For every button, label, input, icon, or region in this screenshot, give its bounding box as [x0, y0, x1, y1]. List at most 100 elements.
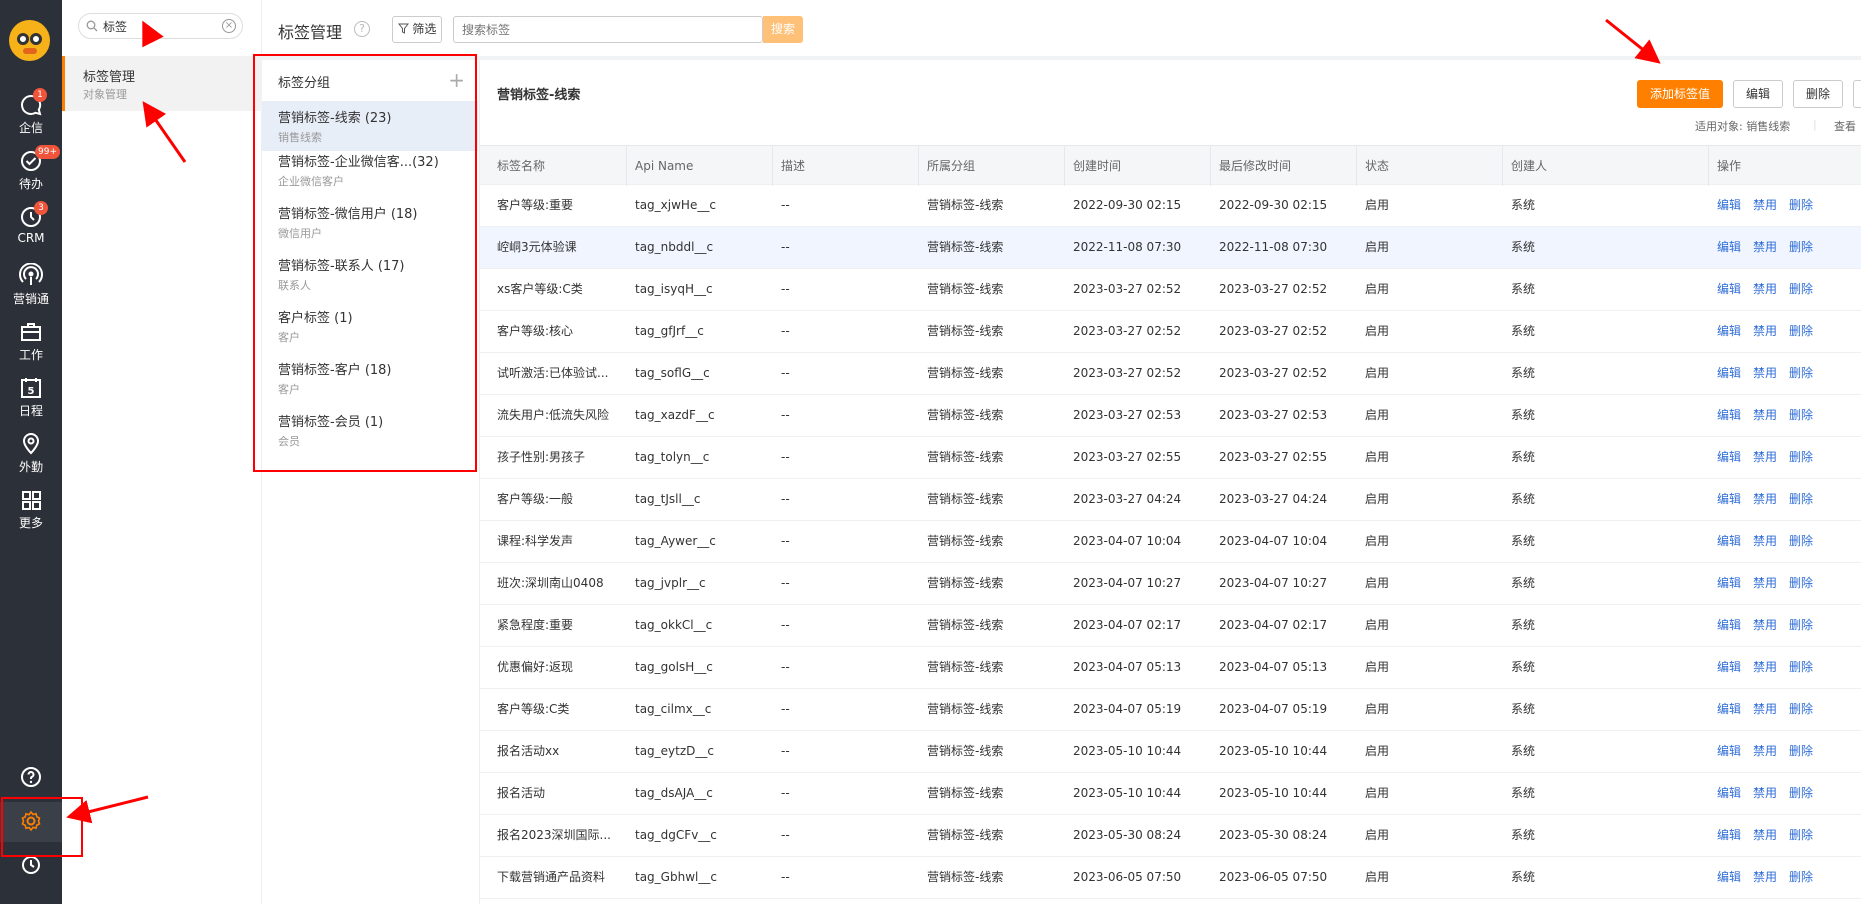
column-header[interactable]: 所属分组: [919, 146, 1065, 186]
app-logo[interactable]: [9, 20, 50, 61]
rail-item-work[interactable]: 工作: [0, 319, 62, 367]
search-button[interactable]: 搜索: [763, 16, 803, 43]
help-circle-icon[interactable]: ?: [354, 21, 370, 37]
disable-link[interactable]: 禁用: [1753, 408, 1777, 422]
edit-link[interactable]: 编辑: [1717, 492, 1741, 506]
table-row[interactable]: 客户等级:重要 tag_xjwHe__c -- 营销标签-线索 2022-09-30 0…: [480, 185, 1861, 227]
disable-link[interactable]: 禁用: [1753, 534, 1777, 548]
edit-link[interactable]: 编辑: [1717, 324, 1741, 338]
delete-link[interactable]: 删除: [1789, 282, 1813, 296]
edit-link[interactable]: 编辑: [1717, 450, 1741, 464]
delete-link[interactable]: 删除: [1789, 828, 1813, 842]
more-button[interactable]: [1853, 80, 1861, 108]
rail-item-crm[interactable]: CRM 3: [0, 201, 62, 252]
disable-link[interactable]: 禁用: [1753, 324, 1777, 338]
disable-link[interactable]: 禁用: [1753, 702, 1777, 716]
delete-link[interactable]: 删除: [1789, 198, 1813, 212]
add-tag-value-button[interactable]: 添加标签值: [1637, 80, 1723, 108]
rail-item-marketing[interactable]: 营销通: [0, 263, 62, 311]
delete-link[interactable]: 删除: [1789, 618, 1813, 632]
edit-link[interactable]: 编辑: [1717, 828, 1741, 842]
column-header[interactable]: 标签名称: [480, 146, 627, 186]
table-row[interactable]: 优惠偏好:返现 tag_golsH__c -- 营销标签-线索 2023-04-07 0…: [480, 647, 1861, 689]
table-row[interactable]: 流失用户:低流失风险 tag_xazdF__c -- 营销标签-线索 2023-03-2…: [480, 395, 1861, 437]
table-cell: 2023-03-27 02:55: [1073, 450, 1182, 464]
column-header[interactable]: 状态: [1357, 146, 1503, 186]
nav-item-tag-management[interactable]: 标签管理 对象管理: [62, 56, 262, 111]
column-header[interactable]: 创建时间: [1065, 146, 1211, 186]
edit-link[interactable]: 编辑: [1717, 198, 1741, 212]
delete-link[interactable]: 删除: [1789, 744, 1813, 758]
column-header[interactable]: Api Name: [627, 146, 773, 186]
table-row[interactable]: 紧急程度:重要 tag_okkCl__c -- 营销标签-线索 2023-04-07 0…: [480, 605, 1861, 647]
disable-link[interactable]: 禁用: [1753, 786, 1777, 800]
disable-link[interactable]: 禁用: [1753, 492, 1777, 506]
disable-link[interactable]: 禁用: [1753, 198, 1777, 212]
delete-link[interactable]: 删除: [1789, 660, 1813, 674]
delete-link[interactable]: 删除: [1789, 324, 1813, 338]
edit-link[interactable]: 编辑: [1717, 786, 1741, 800]
disable-link[interactable]: 禁用: [1753, 660, 1777, 674]
table-row[interactable]: 客户等级:C类 tag_cilmx__c -- 营销标签-线索 2023-04-07 0…: [480, 689, 1861, 731]
table-row[interactable]: 报名活动 tag_dsAJA__c -- 营销标签-线索 2023-05-10 10:4…: [480, 773, 1861, 815]
edit-link[interactable]: 编辑: [1717, 534, 1741, 548]
edit-link[interactable]: 编辑: [1717, 744, 1741, 758]
edit-link[interactable]: 编辑: [1717, 660, 1741, 674]
delete-link[interactable]: 删除: [1789, 576, 1813, 590]
delete-link[interactable]: 删除: [1789, 408, 1813, 422]
table-row[interactable]: 班次:深圳南山0408 tag_jvplr__c -- 营销标签-线索 2023-04-…: [480, 563, 1861, 605]
edit-link[interactable]: 编辑: [1717, 408, 1741, 422]
column-header[interactable]: 描述: [773, 146, 919, 186]
clear-icon[interactable]: ×: [222, 19, 236, 33]
rail-item-more[interactable]: 更多: [0, 487, 62, 535]
delete-link[interactable]: 删除: [1789, 366, 1813, 380]
delete-link[interactable]: 删除: [1789, 492, 1813, 506]
delete-link[interactable]: 删除: [1789, 870, 1813, 884]
edit-link[interactable]: 编辑: [1717, 240, 1741, 254]
column-header[interactable]: 操作: [1709, 146, 1861, 186]
disable-link[interactable]: 禁用: [1753, 618, 1777, 632]
disable-link[interactable]: 禁用: [1753, 450, 1777, 464]
delete-link[interactable]: 删除: [1789, 534, 1813, 548]
edit-link[interactable]: 编辑: [1717, 870, 1741, 884]
disable-link[interactable]: 禁用: [1753, 240, 1777, 254]
delete-link[interactable]: 删除: [1789, 702, 1813, 716]
table-row[interactable]: 客户等级:核心 tag_gfJrf__c -- 营销标签-线索 2023-03-27 0…: [480, 311, 1861, 353]
delete-group-button[interactable]: 删除: [1793, 80, 1843, 108]
edit-link[interactable]: 编辑: [1717, 282, 1741, 296]
rail-item-field[interactable]: 外勤: [0, 431, 62, 479]
table-row[interactable]: 报名活动xx tag_eytzD__c -- 营销标签-线索 2023-05-10 10…: [480, 731, 1861, 773]
edit-group-button[interactable]: 编辑: [1733, 80, 1783, 108]
table-row[interactable]: 孩子性别:男孩子 tag_tolyn__c -- 营销标签-线索 2023-03-27 …: [480, 437, 1861, 479]
rail-item-schedule[interactable]: 5 日程: [0, 375, 62, 423]
delete-link[interactable]: 删除: [1789, 450, 1813, 464]
column-header[interactable]: 创建人: [1503, 146, 1709, 186]
delete-link[interactable]: 删除: [1789, 240, 1813, 254]
view-link[interactable]: 查看: [1834, 118, 1856, 134]
panel-search-input[interactable]: [103, 17, 221, 35]
table-row[interactable]: 课程:科学发声 tag_Aywer__c -- 营销标签-线索 2023-04-07 1…: [480, 521, 1861, 563]
table-row[interactable]: 试听激活:已体验试... tag_soflG__c -- 营销标签-线索 2023-03…: [480, 353, 1861, 395]
table-row[interactable]: 报名2023深圳国际... tag_dgCFv__c -- 营销标签-线索 2023-0…: [480, 815, 1861, 857]
rail-item-qixin[interactable]: 企信 1: [0, 88, 62, 140]
edit-link[interactable]: 编辑: [1717, 702, 1741, 716]
table-row[interactable]: 客户等级:一般 tag_tJsll__c -- 营销标签-线索 2023-03-27 0…: [480, 479, 1861, 521]
disable-link[interactable]: 禁用: [1753, 744, 1777, 758]
table-row[interactable]: 下载营销通产品资料 tag_Gbhwl__c -- 营销标签-线索 2023-06-05…: [480, 857, 1861, 899]
rail-item-todo[interactable]: 待办 99+: [0, 145, 62, 196]
disable-link[interactable]: 禁用: [1753, 576, 1777, 590]
tag-search-input[interactable]: [454, 17, 744, 42]
disable-link[interactable]: 禁用: [1753, 282, 1777, 296]
table-row[interactable]: xs客户等级:C类 tag_isyqH__c -- 营销标签-线索 2023-03-27…: [480, 269, 1861, 311]
disable-link[interactable]: 禁用: [1753, 870, 1777, 884]
delete-link[interactable]: 删除: [1789, 786, 1813, 800]
edit-link[interactable]: 编辑: [1717, 366, 1741, 380]
column-header[interactable]: 最后修改时间: [1211, 146, 1357, 186]
filter-button[interactable]: 筛选: [392, 16, 442, 43]
table-row[interactable]: 崆峒3元体验课 tag_nbddl__c -- 营销标签-线索 2022-11-08 0…: [480, 227, 1861, 269]
disable-link[interactable]: 禁用: [1753, 828, 1777, 842]
help-button[interactable]: [0, 758, 62, 798]
disable-link[interactable]: 禁用: [1753, 366, 1777, 380]
edit-link[interactable]: 编辑: [1717, 576, 1741, 590]
edit-link[interactable]: 编辑: [1717, 618, 1741, 632]
